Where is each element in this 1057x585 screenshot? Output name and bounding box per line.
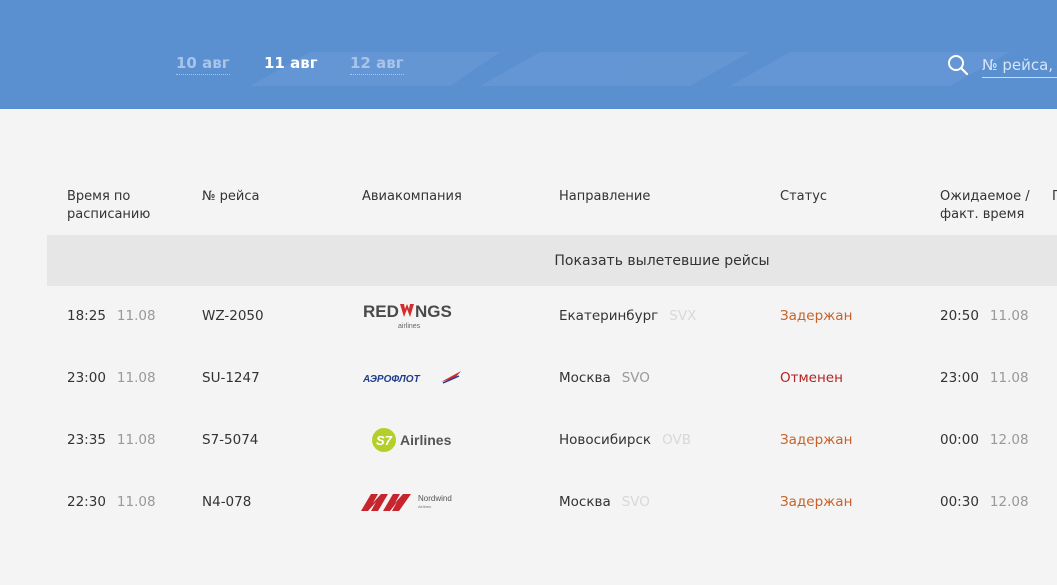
destination: Новосибирск OVB xyxy=(559,432,691,448)
aeroflot-logo: АЭРОФЛОТ xyxy=(363,347,463,409)
expected-time: 00:30 12.08 xyxy=(940,494,1029,510)
scheduled-time: 23:00 11.08 xyxy=(67,370,156,386)
destination: Москва SVO xyxy=(559,494,650,510)
column-header-flight: № рейса xyxy=(202,189,260,204)
redwings-logo: RED NGS airlines xyxy=(363,285,461,347)
show-departed-button[interactable]: Показать вылетевшие рейсы xyxy=(47,235,1057,286)
flight-number[interactable]: WZ-2050 xyxy=(202,285,264,347)
date-tab-11[interactable]: 11 авг xyxy=(264,54,318,74)
flight-number[interactable]: SU-1247 xyxy=(202,347,260,409)
svg-text:airlines: airlines xyxy=(398,323,421,330)
column-header-expected: Ожидаемое / факт. время xyxy=(940,188,1050,224)
status-badge: Отменен xyxy=(780,370,843,386)
date-tab-12[interactable]: 12 авг xyxy=(350,54,404,75)
svg-text:АЭРОФЛОТ: АЭРОФЛОТ xyxy=(363,374,421,385)
status-badge: Задержан xyxy=(780,308,853,324)
column-header-airline: Авиакомпания xyxy=(362,189,462,204)
date-tab-10[interactable]: 10 авг xyxy=(176,54,230,75)
svg-text:Airlines: Airlines xyxy=(400,432,452,448)
flight-number[interactable]: N4-078 xyxy=(202,471,251,533)
svg-text:NGS: NGS xyxy=(415,302,452,321)
destination: Москва SVO xyxy=(559,370,650,386)
table-row[interactable]: 23:35 11.08 S7-5074 S7 Airlines Новосибир… xyxy=(47,409,1057,471)
column-header-destination: Направление xyxy=(559,189,651,204)
column-header-scheduled: Время по расписанию xyxy=(67,188,177,224)
show-departed-label: Показать вылетевшие рейсы xyxy=(554,252,770,269)
column-header-status: Статус xyxy=(780,189,828,204)
top-header: 10 авг 11 авг 12 авг xyxy=(0,0,1057,109)
flight-number[interactable]: S7-5074 xyxy=(202,409,258,471)
column-header-scheduled-label: Время по расписанию xyxy=(67,189,151,222)
scheduled-time: 22:30 11.08 xyxy=(67,494,156,510)
table-row[interactable]: 22:30 11.08 N4-078 Nordwind Airlines Моск… xyxy=(47,471,1057,533)
scheduled-time: 23:35 11.08 xyxy=(67,432,156,448)
expected-time: 00:00 12.08 xyxy=(940,432,1029,448)
status-badge: Задержан xyxy=(780,494,853,510)
search-input[interactable] xyxy=(982,52,1057,78)
scheduled-time: 18:25 11.08 xyxy=(67,308,156,324)
column-header-expected-label: Ожидаемое / факт. время xyxy=(940,189,1030,222)
column-header-extra: П xyxy=(1052,189,1057,204)
table-row[interactable]: 23:00 11.08 SU-1247 АЭРОФЛОТ Москва SVO От… xyxy=(47,347,1057,409)
s7-logo: S7 Airlines xyxy=(371,409,455,471)
nordwind-logo: Nordwind Airlines xyxy=(361,471,465,533)
svg-text:Airlines: Airlines xyxy=(418,504,431,509)
expected-time: 23:00 11.08 xyxy=(940,370,1029,386)
expected-time: 20:50 11.08 xyxy=(940,308,1029,324)
status-badge: Задержан xyxy=(780,432,853,448)
svg-text:RED: RED xyxy=(363,302,399,321)
table-row[interactable]: 18:25 11.08 WZ-2050 RED NGS airlines Екат… xyxy=(47,285,1057,347)
search-icon[interactable] xyxy=(947,54,969,76)
svg-text:Nordwind: Nordwind xyxy=(418,494,452,503)
destination: Екатеринбург SVX xyxy=(559,308,697,324)
svg-text:S7: S7 xyxy=(376,433,393,448)
